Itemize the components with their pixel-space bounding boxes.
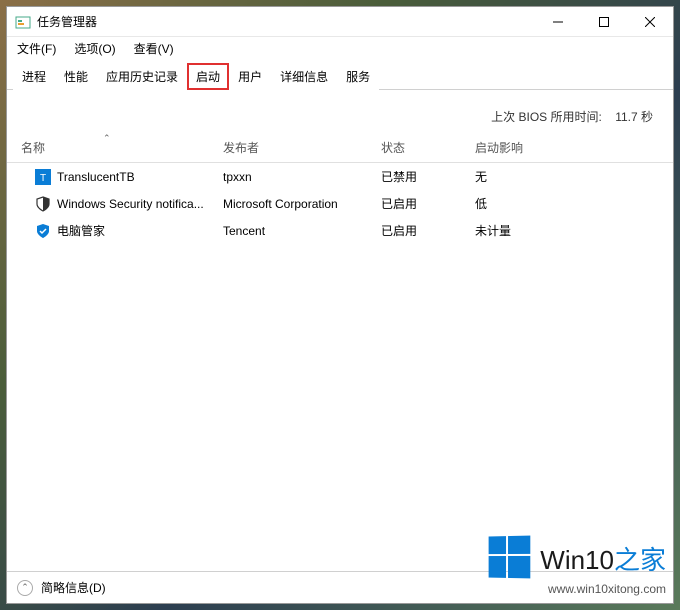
shield-blue-icon [35, 223, 51, 239]
watermark: Win10之家 www.win10xitong.com [488, 536, 666, 596]
maximize-button[interactable] [581, 7, 627, 37]
chevron-up-icon[interactable]: ⌃ [17, 580, 33, 596]
item-status: 已禁用 [381, 168, 475, 185]
svg-text:T: T [40, 173, 46, 184]
watermark-brand: Win10之家 [540, 540, 666, 577]
list-item[interactable]: 电脑管家 Tencent 已启用 未计量 [7, 217, 673, 244]
tab-users[interactable]: 用户 [229, 63, 271, 90]
app-square-icon: T [35, 169, 51, 185]
item-status: 已启用 [381, 222, 475, 239]
minimize-button[interactable] [535, 7, 581, 37]
brief-info-button[interactable]: 简略信息(D) [41, 579, 106, 596]
task-manager-window: 任务管理器 文件(F) 选项(O) 查看(V) 进程 性能 应用历史记录 启动 … [6, 6, 674, 604]
tab-startup[interactable]: 启动 [187, 63, 229, 90]
item-publisher: tpxxn [223, 170, 381, 184]
item-impact: 未计量 [475, 222, 665, 239]
shield-icon [35, 196, 51, 212]
header-name[interactable]: 名称 ⌃ [15, 139, 223, 156]
item-publisher: Microsoft Corporation [223, 197, 381, 211]
item-name: Windows Security notifica... [57, 197, 204, 211]
menu-options[interactable]: 选项(O) [70, 38, 119, 59]
column-headers: 名称 ⌃ 发布者 状态 启动影响 [7, 133, 673, 163]
list-item[interactable]: Windows Security notifica... Microsoft C… [7, 190, 673, 217]
startup-list: T TranslucentTB tpxxn 已禁用 无 Windows Secu… [7, 163, 673, 571]
close-button[interactable] [627, 7, 673, 37]
tab-services[interactable]: 服务 [337, 63, 379, 90]
windows-logo-icon [489, 535, 533, 580]
item-impact: 无 [475, 168, 665, 185]
item-status: 已启用 [381, 195, 475, 212]
tabs: 进程 性能 应用历史记录 启动 用户 详细信息 服务 [7, 59, 673, 90]
titlebar: 任务管理器 [7, 7, 673, 37]
menubar: 文件(F) 选项(O) 查看(V) [7, 37, 673, 59]
item-name: TranslucentTB [57, 170, 135, 184]
bios-value: 11.7 秒 [615, 110, 653, 124]
tab-performance[interactable]: 性能 [55, 63, 97, 90]
menu-view[interactable]: 查看(V) [130, 38, 178, 59]
sort-indicator-icon: ⌃ [103, 133, 111, 144]
header-publisher[interactable]: 发布者 [223, 139, 381, 156]
item-publisher: Tencent [223, 224, 381, 238]
window-title: 任务管理器 [37, 13, 97, 30]
app-icon [15, 14, 31, 30]
tab-details[interactable]: 详细信息 [271, 63, 337, 90]
header-status[interactable]: 状态 [381, 139, 475, 156]
bios-time-row: 上次 BIOS 所用时间: 11.7 秒 [7, 90, 673, 133]
list-item[interactable]: T TranslucentTB tpxxn 已禁用 无 [7, 163, 673, 190]
tab-app-history[interactable]: 应用历史记录 [97, 63, 187, 90]
header-impact[interactable]: 启动影响 [475, 139, 665, 156]
tab-processes[interactable]: 进程 [13, 63, 55, 90]
bios-label: 上次 BIOS 所用时间: [491, 110, 602, 124]
item-name: 电脑管家 [57, 222, 105, 239]
menu-file[interactable]: 文件(F) [13, 38, 60, 59]
item-impact: 低 [475, 195, 665, 212]
watermark-url: www.win10xitong.com [488, 582, 666, 596]
